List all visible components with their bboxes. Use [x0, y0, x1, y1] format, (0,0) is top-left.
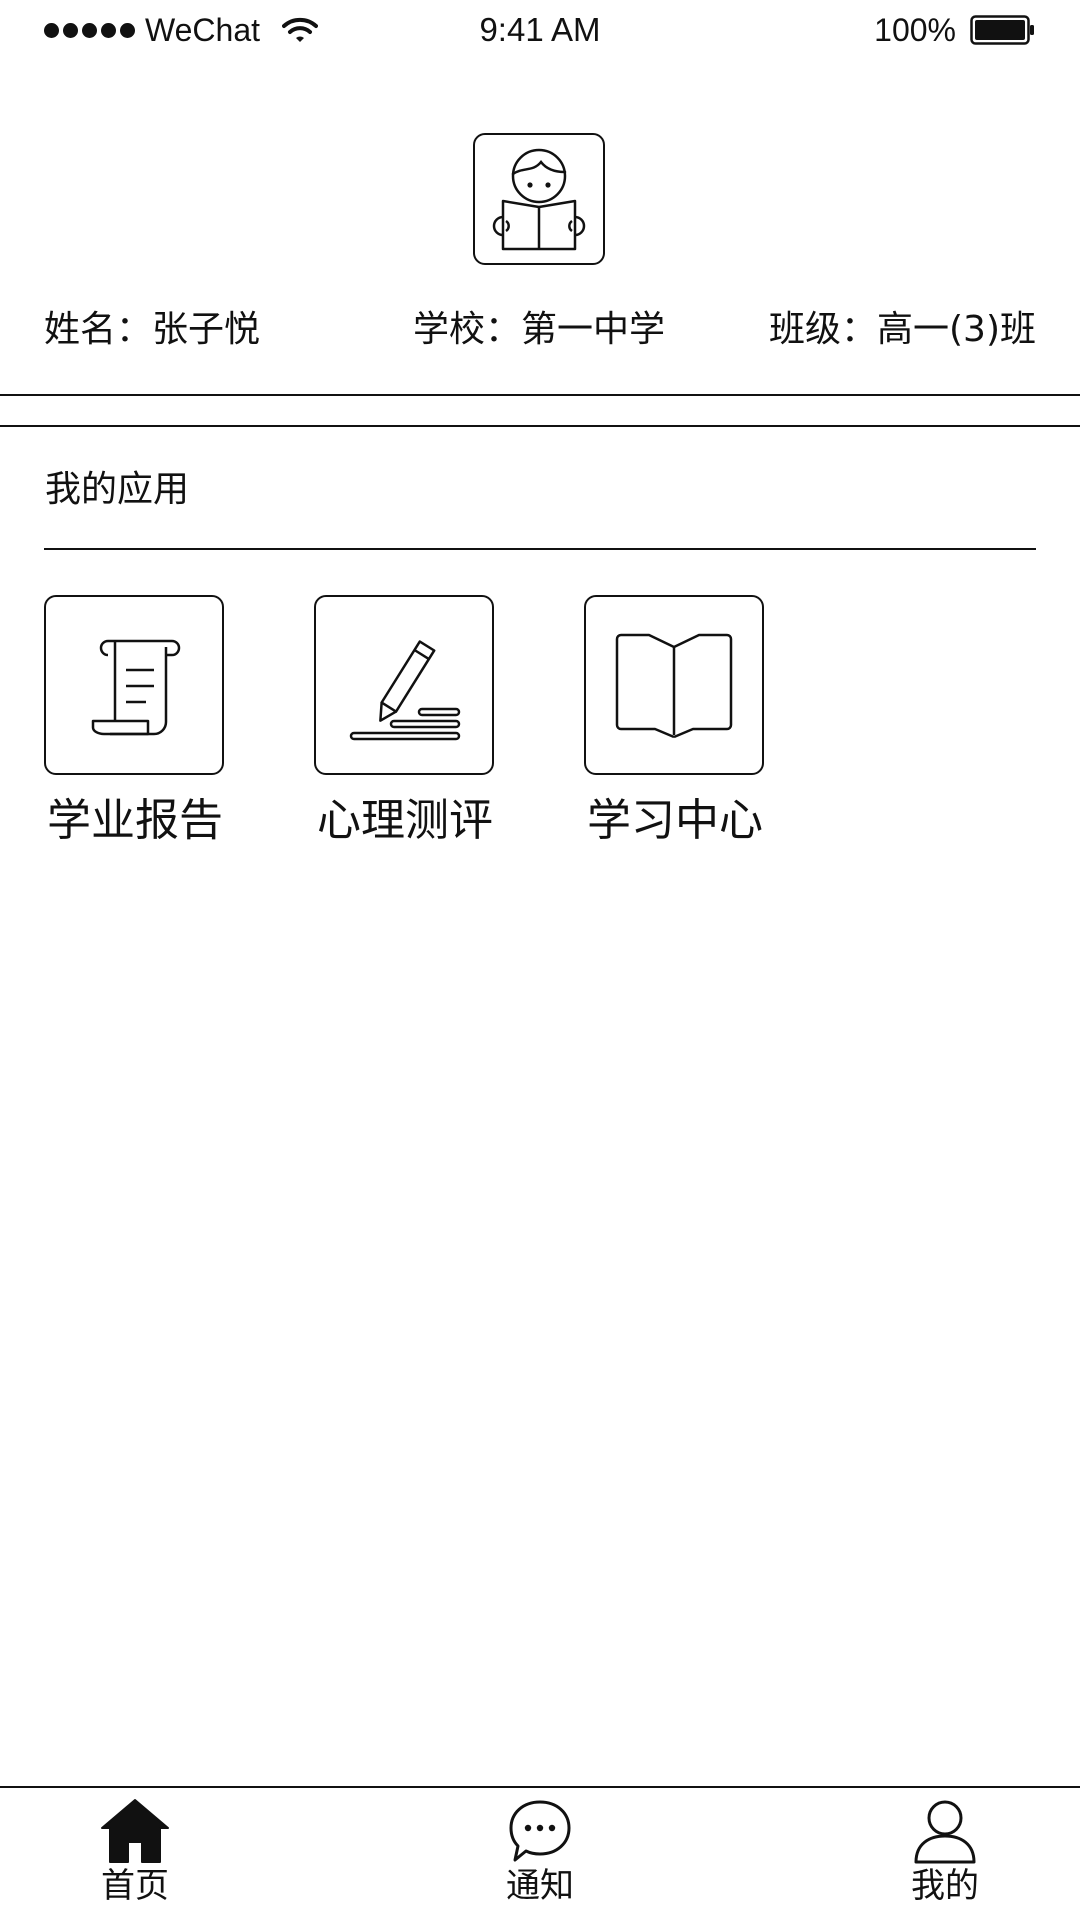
tab-mine[interactable]: 我的: [865, 1798, 1025, 1916]
student-class: 班级：高一(3)班: [769, 309, 1036, 350]
status-bar: WeChat 9:41 AM 100%: [0, 0, 1080, 60]
app-icon-box[interactable]: [314, 595, 494, 775]
app-label: 学业报告: [47, 795, 223, 846]
divider: [44, 548, 1036, 550]
open-book-icon: [615, 633, 733, 739]
battery-icon: [970, 15, 1034, 45]
status-right: 100%: [874, 8, 1036, 52]
apps-grid: 学业报告 心理测评 学习中心: [44, 595, 1036, 855]
battery-percentage: 100%: [874, 11, 956, 48]
student-info: 姓名：张子悦 学校：第一中学 班级：高一(3)班: [44, 300, 1036, 360]
app-academic-report[interactable]: 学业报告: [44, 595, 226, 849]
tab-home[interactable]: 首页: [55, 1798, 215, 1916]
chat-bubble-icon: [509, 1800, 571, 1862]
tab-bar: 首页 通知 我的: [0, 1786, 1080, 1920]
scroll-report-icon: [91, 639, 181, 736]
section-title-my-apps: 我的应用: [45, 469, 190, 510]
app-psych-assessment[interactable]: 心理测评: [314, 595, 496, 849]
app-label: 心理测评: [317, 795, 493, 846]
student-school: 学校：第一中学: [413, 309, 666, 350]
app-learning-center[interactable]: 学习中心: [584, 595, 766, 849]
pencil-assessment-icon: [349, 640, 461, 741]
tab-label: 首页: [101, 1866, 169, 1906]
tab-notifications[interactable]: 通知: [460, 1798, 620, 1916]
home-icon: [101, 1799, 169, 1863]
app-icon-box[interactable]: [584, 595, 764, 775]
app-icon-box[interactable]: [44, 595, 224, 775]
tab-label: 我的: [911, 1866, 979, 1906]
divider: [0, 394, 1080, 396]
avatar[interactable]: [473, 133, 605, 265]
student-name: 姓名：张子悦: [44, 309, 261, 350]
reading-boy-icon: [492, 148, 586, 251]
tab-label: 通知: [506, 1866, 574, 1906]
app-label: 学习中心: [587, 795, 763, 846]
divider: [0, 425, 1080, 427]
user-icon: [914, 1800, 976, 1864]
